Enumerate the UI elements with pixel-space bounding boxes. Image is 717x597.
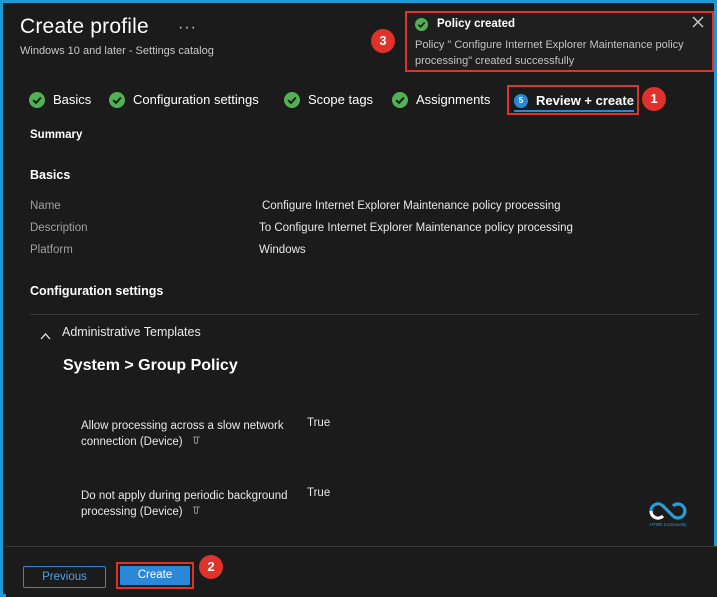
checkmark-circle-icon [109, 92, 125, 115]
setting-periodic-background-value: True [307, 487, 331, 499]
name-value: Configure Internet Explorer Maintenance … [262, 200, 561, 212]
close-icon[interactable] [692, 15, 706, 29]
tab-configuration-settings-label: Configuration settings [133, 92, 259, 107]
administrative-templates-label: Administrative Templates [62, 325, 201, 339]
annotation-badge-2: 2 [199, 555, 223, 579]
annotation-badge-1: 1 [642, 87, 666, 111]
annotation-badge-3: 3 [371, 29, 395, 53]
checkmark-circle-icon [284, 92, 300, 115]
tab-assignments-label: Assignments [416, 92, 491, 107]
step-number-badge: 5 [514, 94, 528, 108]
toast-title: Policy created [437, 18, 515, 30]
page-subtitle: Windows 10 and later - Settings catalog [20, 45, 214, 57]
administrative-templates-toggle[interactable]: Administrative Templates [40, 323, 201, 341]
htmd-logo-icon [649, 502, 687, 520]
checkmark-circle-icon [29, 92, 45, 115]
more-options-button[interactable]: ··· [178, 19, 197, 37]
setting-slow-network-value: True [307, 417, 331, 429]
tab-scope-tags[interactable]: Scope tags [284, 89, 373, 111]
tab-configuration-settings[interactable]: Configuration settings [109, 89, 259, 111]
watermark-text: HTMD Community [649, 522, 687, 527]
platform-label: Platform [30, 244, 73, 256]
setting-periodic-background-label: Do not apply during periodic background … [81, 490, 288, 519]
checkmark-circle-icon [392, 92, 408, 115]
previous-button[interactable]: Previous [23, 566, 106, 588]
toast-message: Policy " Configure Internet Explorer Mai… [415, 39, 684, 67]
setting-slow-network-label: Allow processing across a slow network c… [81, 420, 284, 449]
policy-created-toast: Policy created Policy " Configure Intern… [405, 11, 714, 72]
footer-bar: Previous Create 2 [6, 546, 717, 597]
info-icon[interactable] [191, 504, 202, 520]
basics-heading: Basics [30, 168, 71, 182]
success-icon [415, 18, 428, 37]
htmd-watermark: HTMD Community [647, 500, 689, 532]
summary-heading: Summary [30, 129, 83, 141]
create-profile-window: Create profile ··· Windows 10 and later … [0, 0, 717, 597]
tab-review-create-label: Review + create [536, 93, 634, 108]
group-policy-title: System > Group Policy [63, 357, 238, 374]
name-label: Name [30, 200, 61, 212]
create-button-highlight: Create [116, 562, 194, 589]
chevron-up-icon [40, 327, 51, 345]
tab-review-create-content: 5 Review + create [514, 91, 634, 112]
configuration-settings-heading: Configuration settings [30, 284, 164, 298]
page-header: Create profile ··· Windows 10 and later … [20, 15, 214, 57]
toast-title-row: Policy created [415, 16, 704, 33]
tab-assignments[interactable]: Assignments [392, 89, 490, 111]
setting-slow-network: Allow processing across a slow network c… [81, 418, 296, 450]
tab-basics-label: Basics [53, 92, 92, 107]
description-value: To Configure Internet Explorer Maintenan… [259, 222, 573, 234]
tab-review-create[interactable]: 5 Review + create [507, 85, 639, 115]
info-icon[interactable] [191, 434, 202, 450]
tab-scope-tags-label: Scope tags [308, 92, 374, 107]
active-tab-underline [514, 110, 634, 112]
tab-basics[interactable]: Basics [29, 89, 91, 111]
description-label: Description [30, 222, 88, 234]
section-divider [30, 314, 699, 315]
platform-value: Windows [259, 244, 306, 256]
setting-periodic-background: Do not apply during periodic background … [81, 488, 296, 520]
create-button[interactable]: Create [120, 566, 190, 585]
page-title: Create profile [20, 15, 149, 38]
